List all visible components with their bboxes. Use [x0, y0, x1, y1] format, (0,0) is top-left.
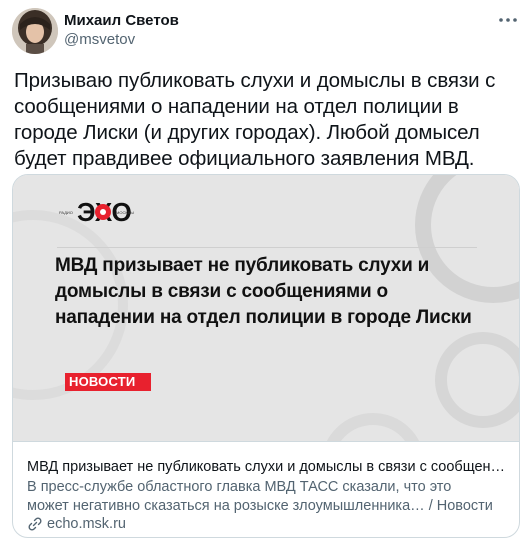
- card-title: МВД призывает не публиковать слухи и дом…: [27, 459, 511, 475]
- logo-text-left: РАДИО: [59, 210, 73, 215]
- echo-logo: РАДИО ЭХО МОСКВЫ: [59, 197, 134, 227]
- tweet-text: Призываю публиковать слухи и домыслы в с…: [14, 69, 496, 170]
- more-button[interactable]: [492, 8, 524, 32]
- card-image-headline: МВД призывает не публиковать слухи и дом…: [55, 255, 472, 328]
- headline-rule: [57, 247, 477, 248]
- card-divider: [13, 441, 519, 442]
- card-domain: echo.msk.ru: [47, 516, 126, 532]
- more-dots-icon: [499, 18, 517, 22]
- card-description: В пресс-службе областного главка МВД ТАС…: [27, 479, 493, 514]
- link-icon: [28, 517, 42, 531]
- author-handle[interactable]: @msvetov: [64, 31, 135, 48]
- avatar[interactable]: [12, 8, 58, 54]
- avatar-photo: [12, 8, 58, 54]
- logo-text-right: МОСКВЫ: [116, 210, 134, 215]
- news-badge: НОВОСТИ: [65, 373, 151, 391]
- tweet: Михаил Светов @msvetov Призываю публиков…: [0, 0, 532, 548]
- card-domain-row: echo.msk.ru: [27, 516, 126, 532]
- card-image: РАДИО ЭХО МОСКВЫ МВД призывает не публик…: [13, 175, 519, 441]
- author-name[interactable]: Михаил Светов: [64, 12, 179, 29]
- link-card[interactable]: РАДИО ЭХО МОСКВЫ МВД призывает не публик…: [12, 174, 520, 538]
